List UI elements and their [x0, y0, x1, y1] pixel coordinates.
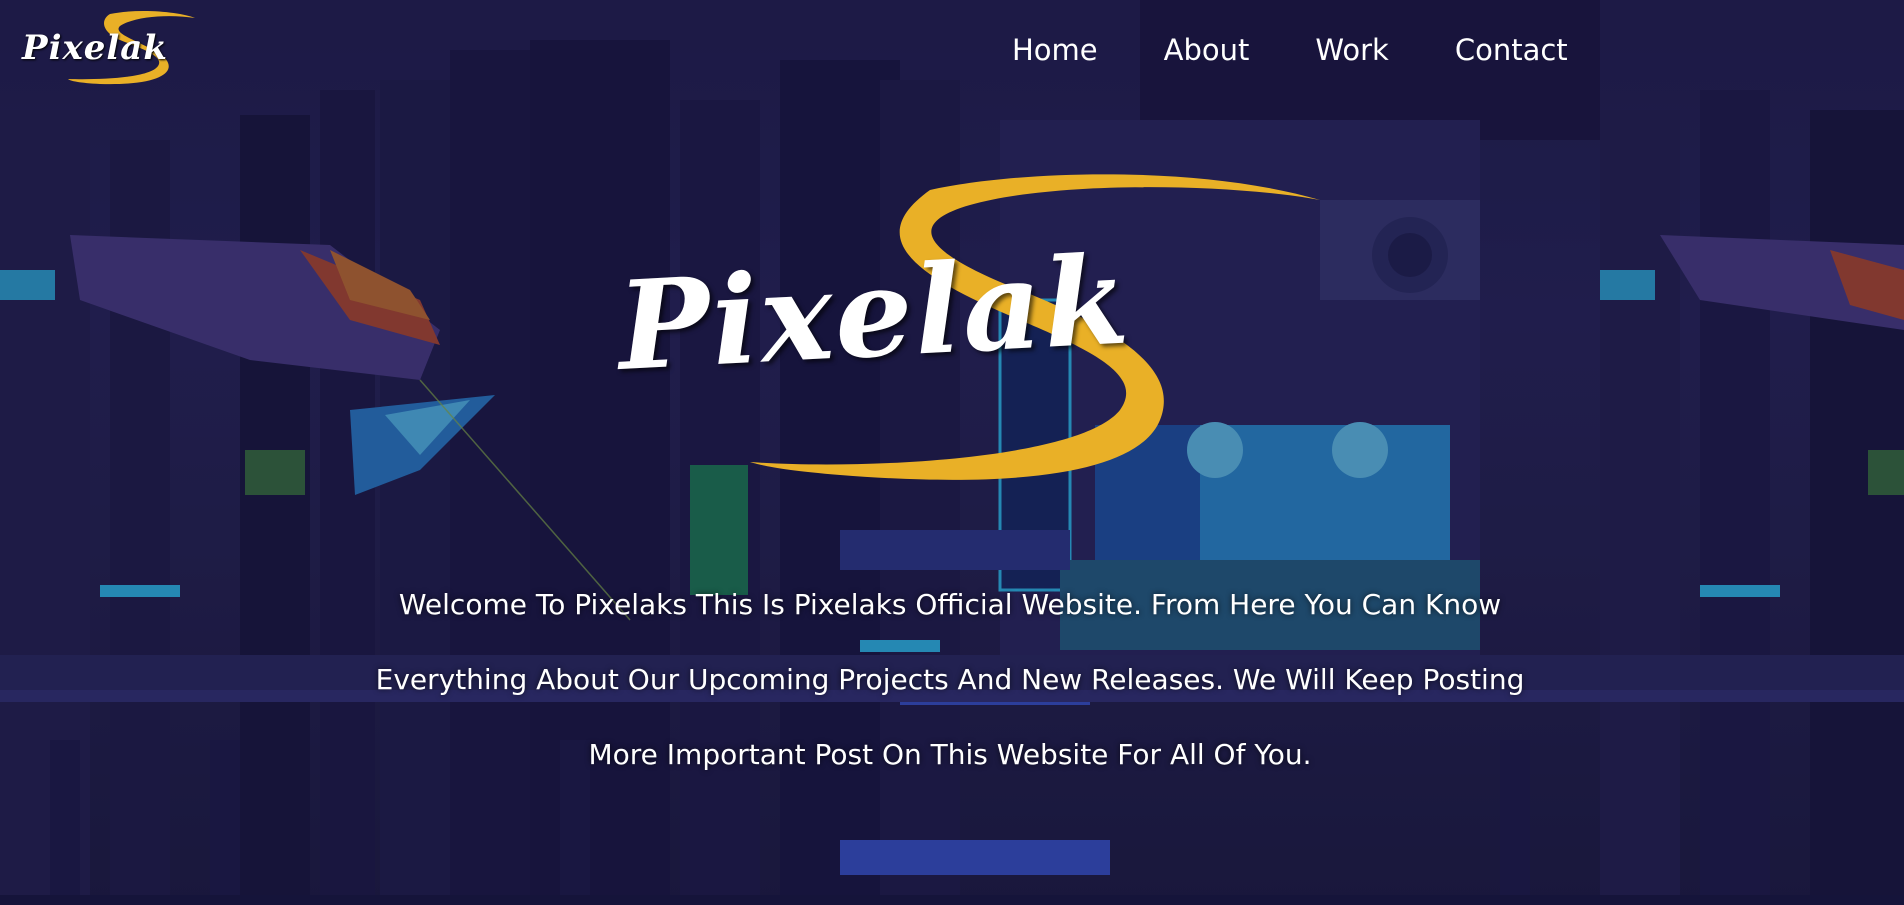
- main-nav: Home About Work Contact: [1012, 30, 1634, 70]
- welcome-line: More Important Post On This Website For …: [588, 738, 1312, 771]
- hero-logo-text: Pixelak: [614, 227, 1134, 398]
- nav-link-about[interactable]: About: [1164, 30, 1250, 70]
- bottom-edge-bar: [0, 895, 1904, 905]
- welcome-line: Welcome To Pixelaks This Is Pixelaks Off…: [398, 588, 1502, 621]
- logo-text: Pixelak: [22, 28, 168, 68]
- welcome-line: Everything About Our Upcoming Projects A…: [375, 663, 1525, 696]
- site-logo[interactable]: Pixelak: [20, 6, 200, 88]
- nav-link-work[interactable]: Work: [1315, 30, 1388, 70]
- hero-logo: Pixelak: [600, 170, 1320, 490]
- welcome-paragraph: Welcome To Pixelaks This Is Pixelaks Off…: [300, 567, 1600, 792]
- nav-link-contact[interactable]: Contact: [1455, 30, 1568, 70]
- nav-link-home[interactable]: Home: [1012, 30, 1098, 70]
